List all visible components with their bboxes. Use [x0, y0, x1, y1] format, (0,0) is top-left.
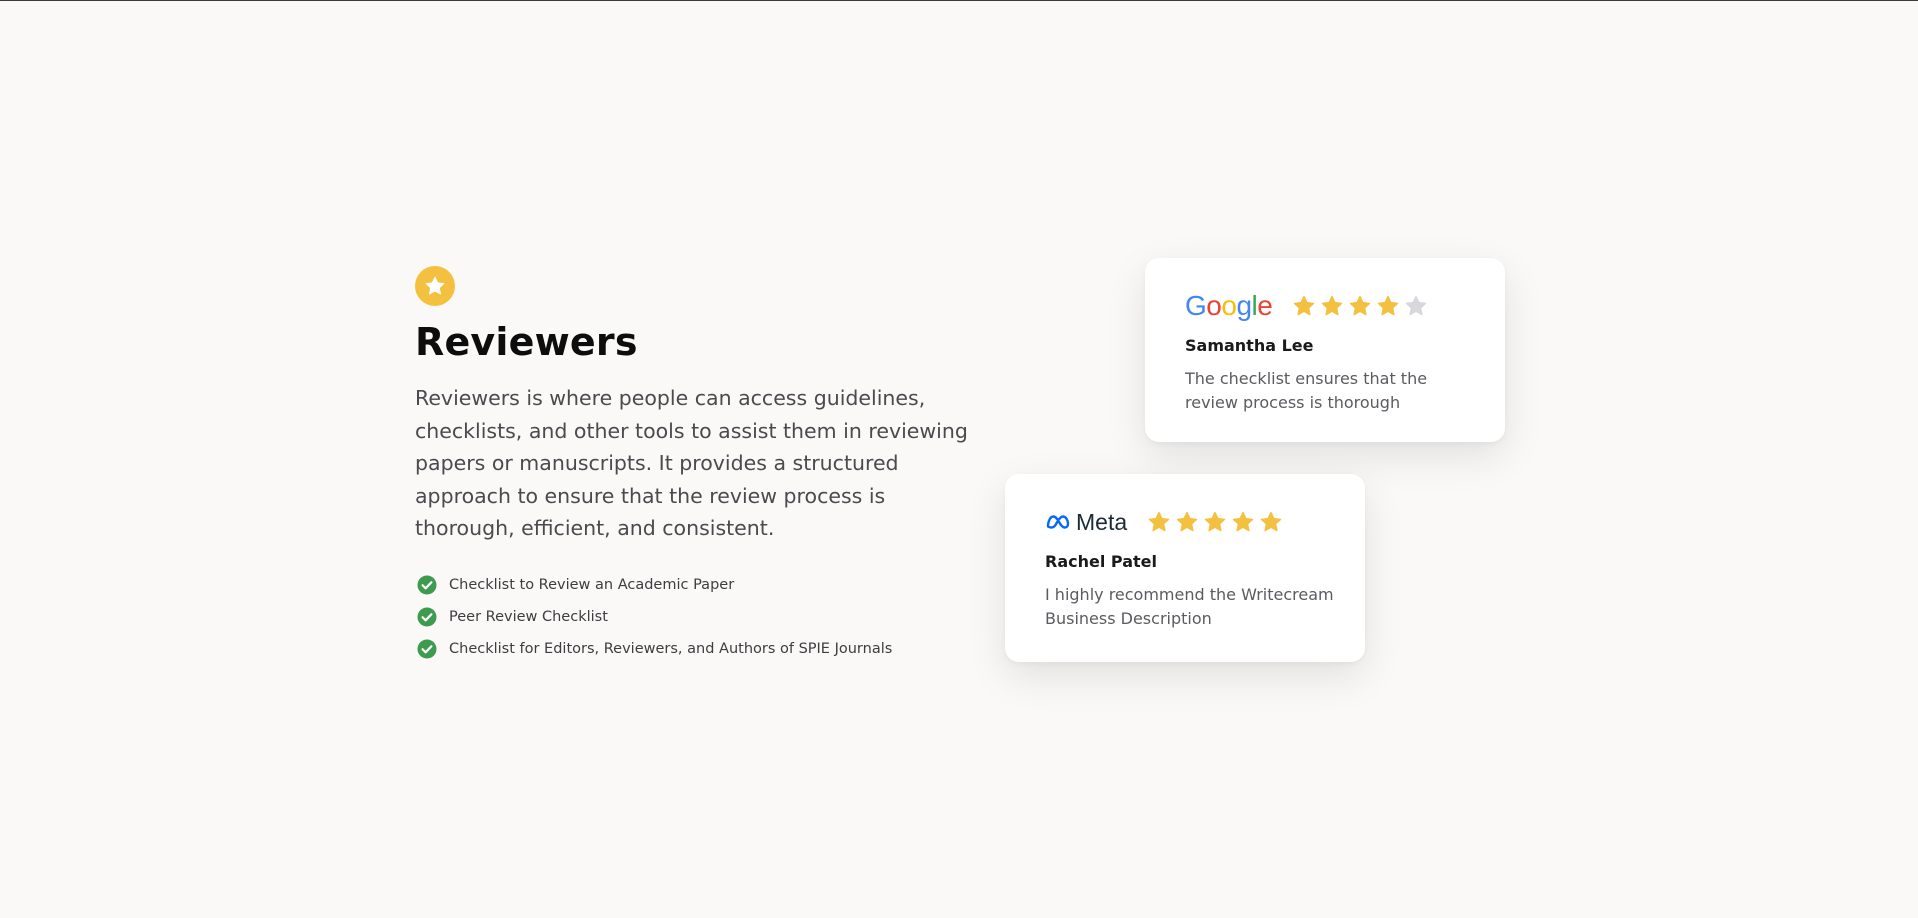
star-filled-icon [1260, 511, 1282, 532]
check-circle-icon [417, 639, 437, 658]
meta-logo: Meta [1045, 509, 1127, 536]
section-title: Reviewers [415, 320, 638, 364]
star-empty-icon [1406, 295, 1427, 316]
star-filled-icon [1378, 295, 1399, 316]
checklist-item[interactable]: Peer Review Checklist [415, 601, 975, 633]
star-badge [415, 266, 455, 306]
star-filled-icon [1148, 511, 1170, 532]
star-filled-icon [1204, 511, 1226, 532]
star-filled-icon [1232, 511, 1254, 532]
review-card-google: Google Samantha Lee The checklist ensure… [1145, 258, 1505, 442]
checklist-item[interactable]: Checklist for Editors, Reviewers, and Au… [415, 633, 975, 665]
reviewer-name: Rachel Patel [1045, 552, 1157, 571]
review-card-meta: Meta Rachel Patel I highly recommend the… [1005, 474, 1365, 662]
review-text: The checklist ensures that the review pr… [1185, 369, 1428, 412]
star-filled-icon [1176, 511, 1198, 532]
check-circle-icon [417, 575, 437, 594]
check-circle-icon [417, 607, 437, 626]
review-card-header: Meta [1045, 504, 1325, 540]
section-description: Reviewers is where people can access gui… [415, 386, 968, 540]
review-card-header: Google [1185, 288, 1465, 324]
star-filled-icon [1322, 295, 1343, 316]
checklist-item-label: Checklist to Review an Academic Paper [449, 576, 735, 593]
meta-infinity-icon [1046, 515, 1070, 529]
star-filled-icon [1294, 295, 1315, 316]
checklist-item-label: Peer Review Checklist [449, 608, 608, 625]
reviewer-name: Samantha Lee [1185, 336, 1314, 355]
star-rating [1147, 510, 1283, 534]
star-icon [425, 276, 445, 295]
reviewers-section: Reviewers Reviewers is where people can … [415, 266, 975, 665]
checklist-item[interactable]: Checklist to Review an Academic Paper [415, 569, 975, 601]
checklist-item-label: Checklist for Editors, Reviewers, and Au… [449, 640, 893, 657]
google-logo: Google [1185, 290, 1273, 321]
star-filled-icon [1350, 295, 1371, 316]
star-rating [1292, 294, 1428, 318]
checklist: Checklist to Review an Academic Paper Pe… [415, 569, 975, 665]
review-text: I highly recommend the Writecream Busine… [1045, 585, 1334, 628]
meta-wordmark: Meta [1076, 508, 1128, 535]
top-border [0, 0, 1918, 1]
